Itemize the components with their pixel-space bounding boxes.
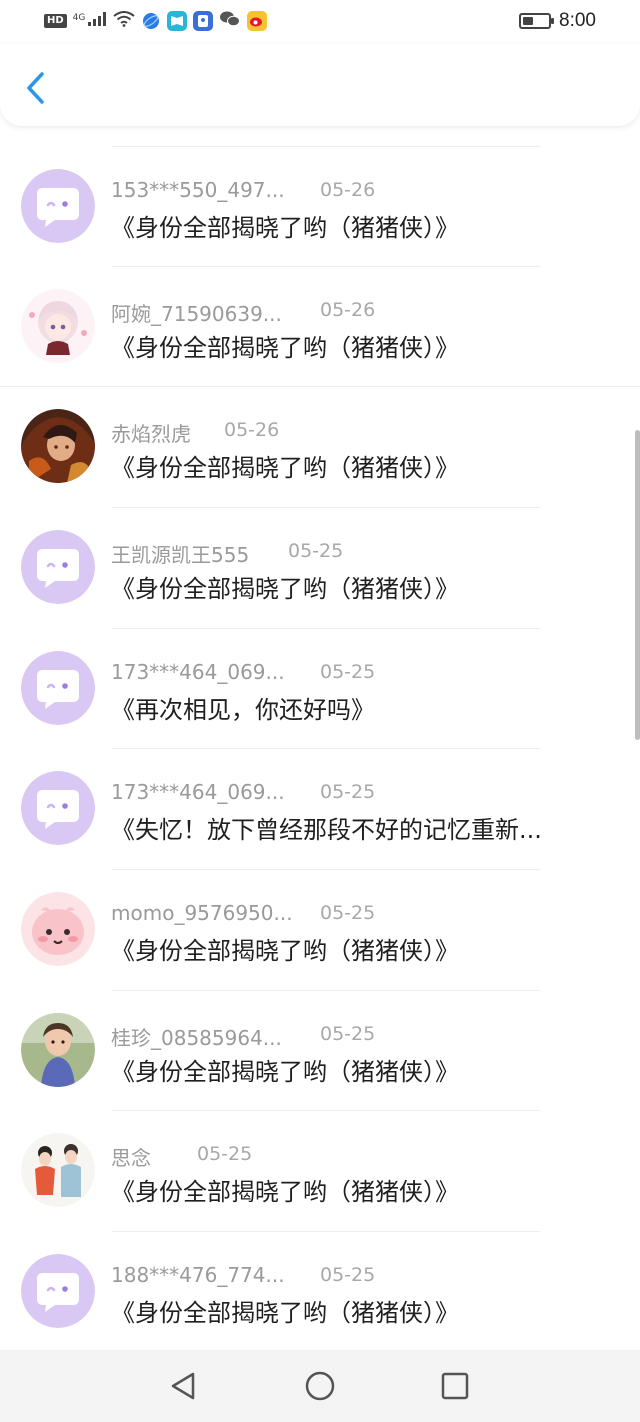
id-app-icon [193,11,214,31]
username[interactable]: 173***464_069... [111,660,285,684]
clock: 8:00 [559,10,596,31]
comment-date: 05-25 [320,781,376,803]
username[interactable]: 赤焰烈虎 [111,418,191,447]
avatar[interactable] [21,530,95,604]
hd-badge: HD [44,14,67,28]
username[interactable]: 153***550_497... [111,178,285,202]
weibo-icon [247,11,268,31]
divider [112,146,540,147]
comment-text[interactable]: 《身份全部揭晓了哟（猪猪侠）》 [111,448,611,483]
comment-date: 05-25 [320,1264,376,1286]
avatar[interactable] [21,1254,95,1328]
divider [0,386,640,387]
list-item[interactable]: 桂珍_08585964... 05-25 《身份全部揭晓了哟（猪猪侠）》 [0,990,640,1110]
comment-meta: 173***464_069... 05-25 [111,780,611,806]
comment-meta: 思念 05-25 [111,1142,611,1171]
list-item[interactable]: momo_9576950... 05-25 《身份全部揭晓了哟（猪猪侠）》 [0,869,640,989]
wechat-icon [219,10,241,32]
comment-meta: 王凯源凯王555 05-25 [111,539,611,568]
back-triangle-icon [171,1372,195,1400]
list-item[interactable]: 173***464_069... 05-25 《失忆！放下曾经那段不好的记忆重新… [0,748,640,868]
divider [112,990,540,991]
recents-square-icon [441,1372,469,1400]
comment-text[interactable]: 《身份全部揭晓了哟（猪猪侠）》 [111,328,611,363]
comment-text[interactable]: 《再次相见，你还好吗》 [111,690,611,725]
username[interactable]: 桂珍_08585964... [111,1022,282,1051]
comment-list[interactable]: 153***550_497... 05-26 《身份全部揭晓了哟（猪猪侠）》 阿… [0,126,640,1350]
comment-date: 05-25 [320,902,376,924]
comment-meta: 153***550_497... 05-26 [111,178,611,204]
list-item[interactable]: 188***476_774... 05-25 《身份全部揭晓了哟（猪猪侠）》 [0,1231,640,1350]
comment-text[interactable]: 《身份全部揭晓了哟（猪猪侠）》 [111,1293,611,1328]
list-item[interactable]: 173***464_069... 05-25 《再次相见，你还好吗》 [0,628,640,748]
wifi-icon [113,11,135,31]
comment-date: 05-25 [320,661,376,683]
status-left: HD 4G [44,10,268,32]
home-circle-icon [305,1371,335,1401]
avatar[interactable] [21,771,95,845]
comment-meta: 173***464_069... 05-25 [111,660,611,686]
divider [112,869,540,870]
comment-text[interactable]: 《身份全部揭晓了哟（猪猪侠）》 [111,1052,611,1087]
system-nav-bar [0,1350,640,1422]
comment-date: 05-25 [288,540,344,562]
list-item[interactable]: 思念 05-25 《身份全部揭晓了哟（猪猪侠）》 [0,1110,640,1230]
avatar[interactable] [21,892,95,966]
divider [112,628,540,629]
username[interactable]: 阿婉_71590639... [111,298,282,327]
signal-icon [87,11,107,31]
nav-home-button[interactable] [302,1368,338,1404]
username[interactable]: 173***464_069... [111,780,285,804]
username[interactable]: 王凯源凯王555 [111,539,249,568]
comment-text[interactable]: 《身份全部揭晓了哟（猪猪侠）》 [111,208,611,243]
comment-meta: 赤焰烈虎 05-26 [111,418,611,447]
comment-date: 05-26 [320,179,376,201]
scrollbar[interactable] [635,430,640,740]
comment-date: 05-25 [320,1023,376,1045]
avatar[interactable] [21,1013,95,1087]
comment-text[interactable]: 《身份全部揭晓了哟（猪猪侠）》 [111,1172,611,1207]
avatar[interactable] [21,409,95,483]
list-item[interactable]: 王凯源凯王555 05-25 《身份全部揭晓了哟（猪猪侠）》 [0,507,640,627]
list-item[interactable]: 阿婉_71590639... 05-26 《身份全部揭晓了哟（猪猪侠）》 [0,266,640,386]
divider [112,1110,540,1111]
comment-meta: 桂珍_08585964... 05-25 [111,1022,611,1051]
comment-meta: momo_9576950... 05-25 [111,901,611,927]
nav-recents-button[interactable] [437,1368,473,1404]
back-button[interactable] [18,68,52,108]
book-app-icon [167,11,188,31]
list-item[interactable]: 153***550_497... 05-26 《身份全部揭晓了哟（猪猪侠）》 [0,146,640,266]
avatar[interactable] [21,651,95,725]
divider [112,266,540,267]
battery-level [523,17,534,25]
status-right: 8:00 [519,10,596,32]
comment-meta: 188***476_774... 05-25 [111,1263,611,1289]
comment-text[interactable]: 《身份全部揭晓了哟（猪猪侠）》 [111,931,611,966]
nav-back-button[interactable] [165,1368,201,1404]
avatar[interactable] [21,289,95,363]
username[interactable]: 思念 [111,1142,151,1171]
comment-meta: 阿婉_71590639... 05-26 [111,298,611,327]
network-type: 4G [72,13,86,23]
chevron-left-icon [27,72,44,104]
avatar[interactable] [21,169,95,243]
comment-date: 05-26 [320,299,376,321]
username[interactable]: 188***476_774... [111,1263,285,1287]
browser-app-icon [141,11,161,31]
list-item[interactable]: 赤焰烈虎 05-26 《身份全部揭晓了哟（猪猪侠）》 [0,386,640,506]
comment-date: 05-26 [224,419,280,441]
username[interactable]: momo_9576950... [111,901,293,925]
status-bar: HD 4G 8:00 [0,0,640,44]
divider [112,1231,540,1232]
header-bar [0,44,640,126]
comment-text[interactable]: 《失忆！放下曾经那段不好的记忆重新... [111,810,611,845]
battery-icon [519,13,555,29]
comment-date: 05-25 [197,1143,253,1165]
divider [112,507,540,508]
divider [112,748,540,749]
avatar[interactable] [21,1133,95,1207]
comment-text[interactable]: 《身份全部揭晓了哟（猪猪侠）》 [111,569,611,604]
